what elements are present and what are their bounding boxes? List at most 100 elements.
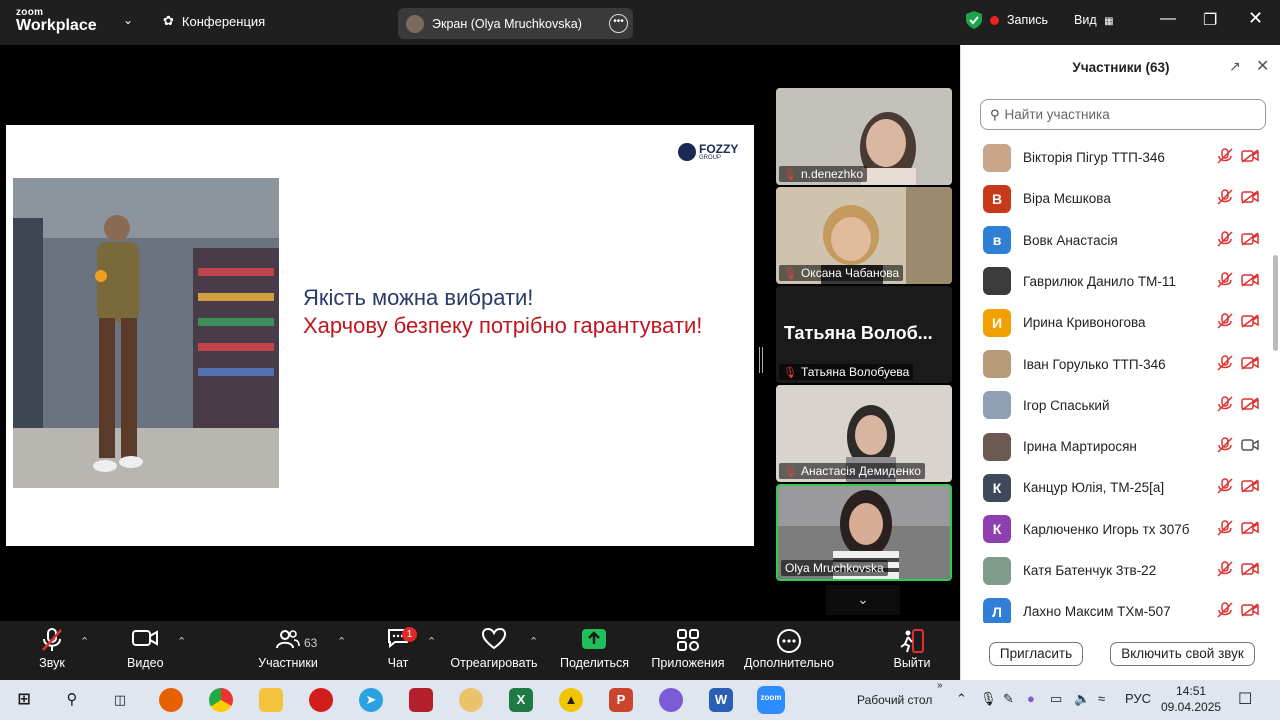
video-tile[interactable]: 🎙 Анастасія Демиденко bbox=[776, 385, 952, 482]
mic-muted-icon[interactable] bbox=[1217, 272, 1233, 291]
camera-off-icon[interactable] bbox=[1241, 355, 1259, 373]
video-tile[interactable]: 🎙 Оксана Чабанова bbox=[776, 187, 952, 284]
close-panel-icon[interactable]: ✕ bbox=[1256, 56, 1269, 76]
zoom-taskbar-icon[interactable]: zoom bbox=[757, 686, 785, 714]
view-button[interactable]: Вид ▦ bbox=[1074, 13, 1114, 27]
chat-options-chevron-icon[interactable]: ⌃ bbox=[427, 635, 436, 648]
react-button[interactable]: Отреагировать bbox=[450, 627, 538, 670]
participants-scroll-thumb[interactable] bbox=[1273, 255, 1278, 351]
archicad-icon[interactable]: ▲ bbox=[559, 688, 583, 712]
search-icon[interactable]: ⚲ bbox=[60, 688, 84, 712]
mic-muted-icon[interactable] bbox=[1217, 561, 1233, 580]
participant-row[interactable]: Вікторія Пігур ТТП-346 bbox=[961, 137, 1271, 178]
camera-off-icon[interactable] bbox=[1241, 273, 1259, 290]
minimize-icon[interactable]: — bbox=[1160, 10, 1176, 28]
mic-muted-icon[interactable] bbox=[1217, 148, 1233, 167]
camera-off-icon[interactable] bbox=[1241, 314, 1259, 331]
participants-scrollbar[interactable] bbox=[1271, 143, 1277, 617]
camera-icon[interactable] bbox=[1241, 438, 1259, 455]
unmute-self-button[interactable]: Включить свой звук bbox=[1110, 642, 1255, 666]
avatar: В bbox=[983, 184, 1011, 213]
mic-muted-icon[interactable] bbox=[1217, 602, 1233, 621]
react-options-chevron-icon[interactable]: ⌃ bbox=[529, 635, 538, 648]
participant-row[interactable]: Гаврилюк Данило ТМ-11 bbox=[961, 261, 1271, 302]
participant-row[interactable]: в Вовк Анастасія bbox=[961, 220, 1271, 261]
paint-icon[interactable] bbox=[459, 688, 483, 712]
camera-off-icon[interactable] bbox=[1241, 479, 1259, 496]
audio-options-chevron-icon[interactable]: ⌃ bbox=[80, 635, 89, 648]
telegram-icon[interactable]: ➤ bbox=[359, 688, 383, 712]
participant-row[interactable]: К Канцур Юлія, ТМ-25[а] bbox=[961, 467, 1271, 508]
mic-muted-icon[interactable] bbox=[1217, 313, 1233, 332]
windows-start-icon[interactable]: ⊞ bbox=[12, 688, 36, 712]
chevron-down-icon[interactable]: ⌄ bbox=[123, 13, 133, 27]
file-explorer-icon[interactable] bbox=[259, 688, 283, 712]
conference-button[interactable]: ✿ Конференция bbox=[163, 13, 265, 29]
apps-button[interactable]: Приложения bbox=[650, 628, 726, 670]
video-button[interactable]: Видео bbox=[127, 628, 164, 670]
video-tile[interactable]: Татьяна Волоб... 🎙 Татьяна Волобуева bbox=[776, 286, 952, 383]
participant-row[interactable]: В Віра Мєшкова bbox=[961, 178, 1271, 219]
zoom-logo[interactable]: zoom Workplace bbox=[16, 8, 97, 34]
powerpoint-icon[interactable]: P bbox=[609, 688, 633, 712]
mic-muted-icon[interactable] bbox=[1217, 354, 1233, 374]
close-window-icon[interactable]: ✕ bbox=[1248, 8, 1263, 29]
desktop-label[interactable]: Рабочий стол bbox=[857, 693, 932, 707]
more-button[interactable]: Дополнительно bbox=[742, 628, 836, 670]
language-indicator[interactable]: РУС bbox=[1125, 691, 1151, 706]
chevron-expand-icon[interactable]: » bbox=[937, 680, 943, 691]
pop-out-icon[interactable]: ↗ bbox=[1229, 58, 1241, 75]
audio-button[interactable]: Звук bbox=[38, 628, 66, 670]
participant-row[interactable]: Іван Горулько ТТП-346 bbox=[961, 344, 1271, 385]
task-view-icon[interactable]: ◫ bbox=[108, 688, 132, 712]
participant-row[interactable]: К Карлюченко Игорь тх 307б bbox=[961, 509, 1271, 550]
participant-name: Вовк Анастасія bbox=[1023, 232, 1118, 248]
chrome-icon[interactable] bbox=[209, 688, 233, 712]
restore-icon[interactable]: ❐ bbox=[1203, 10, 1217, 30]
camera-off-icon[interactable] bbox=[1241, 231, 1259, 249]
mic-muted-icon[interactable] bbox=[1217, 437, 1233, 456]
excel-icon[interactable]: X bbox=[509, 688, 533, 712]
mic-muted-icon[interactable] bbox=[1217, 189, 1233, 208]
mic-muted-icon[interactable] bbox=[1217, 396, 1233, 415]
camera-off-icon[interactable] bbox=[1241, 562, 1259, 579]
firefox-icon[interactable] bbox=[159, 688, 183, 712]
invite-button[interactable]: Пригласить bbox=[989, 642, 1083, 666]
mic-muted-icon[interactable] bbox=[1217, 519, 1233, 539]
share-screen-button[interactable]: Поделиться bbox=[560, 628, 629, 670]
screen-share-indicator[interactable]: Экран (Olya Mruchkovska) ••• bbox=[398, 8, 633, 39]
camera-off-icon[interactable] bbox=[1241, 603, 1259, 620]
scroll-videos-down-button[interactable]: ⌄ bbox=[826, 585, 900, 615]
avatar: К bbox=[983, 515, 1011, 544]
mic-muted-icon[interactable] bbox=[1217, 230, 1233, 250]
word-icon[interactable]: W bbox=[709, 688, 733, 712]
participant-row[interactable]: Ігор Спаський bbox=[961, 385, 1271, 426]
camera-off-icon[interactable] bbox=[1241, 397, 1259, 414]
camera-off-icon[interactable] bbox=[1241, 190, 1259, 207]
camera-off-icon[interactable] bbox=[1241, 521, 1259, 538]
record-button[interactable]: Запись bbox=[966, 11, 1048, 29]
clock[interactable]: 14:51 09.04.2025 bbox=[1161, 683, 1221, 715]
participant-row[interactable]: Ірина Мартиросян bbox=[961, 426, 1271, 467]
search-participant-field[interactable]: ⚲ bbox=[980, 99, 1266, 130]
participant-name: Ирина Кривоногова bbox=[1023, 315, 1146, 331]
app-icon[interactable] bbox=[409, 688, 433, 712]
video-options-chevron-icon[interactable]: ⌃ bbox=[177, 635, 186, 648]
leave-button[interactable]: Выйти bbox=[893, 628, 931, 670]
participant-row[interactable]: Катя Батенчук 3тв-22 bbox=[961, 550, 1271, 591]
participant-name: Карлюченко Игорь тх 307б bbox=[1023, 521, 1190, 537]
viber-icon[interactable] bbox=[659, 688, 683, 712]
mic-muted-icon[interactable] bbox=[1217, 478, 1233, 497]
more-options-icon[interactable]: ••• bbox=[609, 14, 628, 33]
camera-off-icon[interactable] bbox=[1241, 149, 1259, 166]
participant-row[interactable]: Л Лахно Максим ТХм-507 bbox=[961, 591, 1271, 623]
split-drag-handle[interactable] bbox=[759, 347, 763, 373]
video-tile[interactable]: 🎙 n.denezhko bbox=[776, 88, 952, 185]
participants-options-chevron-icon[interactable]: ⌃ bbox=[337, 635, 346, 648]
opera-icon[interactable] bbox=[309, 688, 333, 712]
search-participant-input[interactable] bbox=[1004, 107, 1245, 122]
tray-chevron-up-icon[interactable]: ⌃ bbox=[956, 691, 967, 707]
video-tile-active-speaker[interactable]: Olya Mruchkovska bbox=[776, 484, 952, 581]
notifications-icon[interactable]: ☐ bbox=[1238, 689, 1252, 709]
participant-row[interactable]: И Ирина Кривоногова bbox=[961, 302, 1271, 343]
